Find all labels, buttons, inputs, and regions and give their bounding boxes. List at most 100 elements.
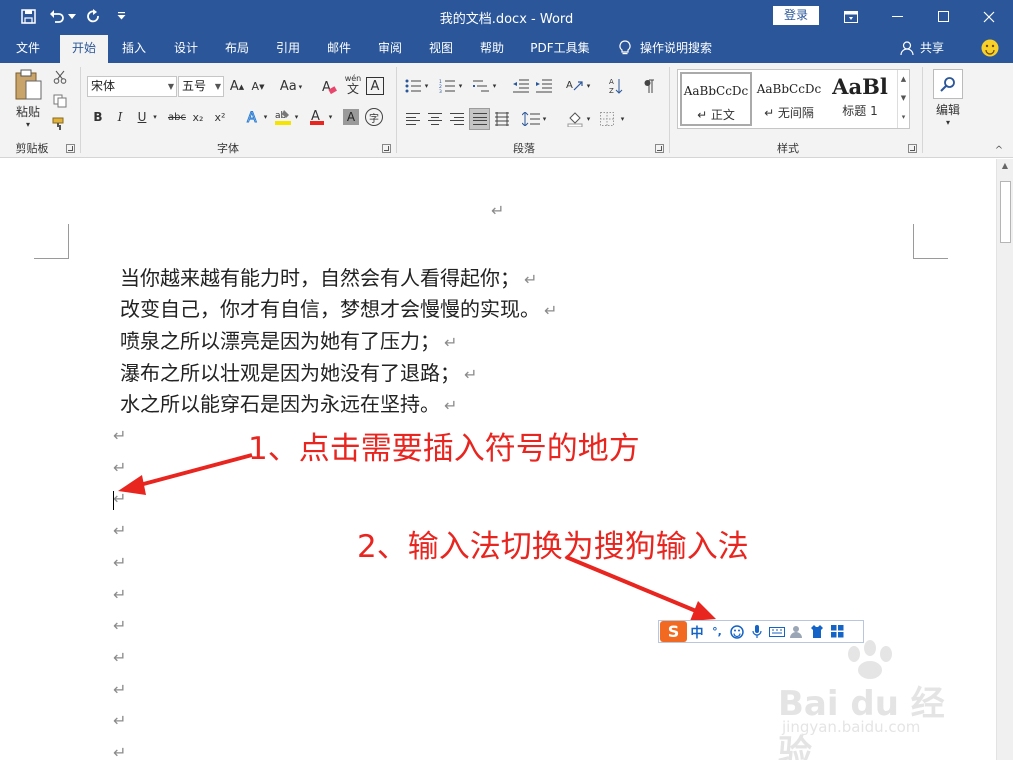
scroll-up-icon[interactable]: ▲ bbox=[997, 161, 1013, 170]
font-color-dropdown-icon[interactable]: ▾ bbox=[326, 107, 335, 127]
clipboard-launcher-icon[interactable] bbox=[66, 144, 75, 153]
justify-icon[interactable] bbox=[469, 108, 490, 130]
collapse-ribbon-icon[interactable]: ^ bbox=[992, 145, 1006, 156]
close-button[interactable] bbox=[966, 0, 1012, 33]
tab-pdf-tools[interactable]: PDF工具集 bbox=[524, 33, 596, 63]
line-spacing-icon[interactable] bbox=[522, 110, 540, 128]
paragraph-launcher-icon[interactable] bbox=[655, 144, 664, 153]
enclose-characters-icon[interactable]: 字 bbox=[365, 108, 383, 126]
style-heading-1[interactable]: AaBl 标题 1 bbox=[826, 72, 894, 126]
save-icon[interactable] bbox=[17, 6, 39, 26]
paste-icon[interactable] bbox=[10, 68, 46, 102]
paste-button[interactable]: 粘贴 bbox=[10, 103, 46, 119]
text-effects-icon[interactable]: A bbox=[244, 107, 262, 127]
styles-scroll[interactable]: ▲ ▼ ▾ bbox=[897, 70, 909, 128]
shrink-font-icon[interactable]: A ▼ bbox=[249, 76, 267, 97]
sort-icon[interactable]: AZ bbox=[607, 75, 625, 97]
redo-icon[interactable] bbox=[82, 6, 104, 26]
asian-layout-icon[interactable]: A bbox=[566, 77, 584, 95]
borders-icon[interactable] bbox=[598, 110, 616, 128]
tab-home[interactable]: 开始 bbox=[60, 35, 108, 63]
tell-me-search[interactable]: 操作说明搜索 bbox=[640, 33, 720, 63]
line-spacing-dropdown-icon[interactable]: ▾ bbox=[540, 110, 549, 128]
vertical-scrollbar[interactable]: ▲ bbox=[996, 159, 1013, 760]
grow-font-icon[interactable]: A ▲ bbox=[228, 76, 246, 97]
editing-button[interactable]: 编辑 bbox=[928, 101, 968, 117]
bold-button[interactable]: B bbox=[90, 107, 106, 127]
borders-dropdown-icon[interactable]: ▾ bbox=[618, 110, 627, 128]
tab-insert[interactable]: 插入 bbox=[112, 33, 156, 63]
lightbulb-icon[interactable] bbox=[612, 33, 638, 63]
change-case-button[interactable]: Aa ▾ bbox=[278, 76, 304, 97]
tab-design[interactable]: 设计 bbox=[164, 33, 208, 63]
underline-button[interactable]: U bbox=[134, 107, 150, 127]
align-center-icon[interactable] bbox=[426, 110, 444, 128]
shading-icon[interactable] bbox=[566, 110, 584, 128]
italic-button[interactable]: I bbox=[112, 107, 128, 127]
show-formatting-marks-icon[interactable] bbox=[640, 75, 658, 97]
customize-toolbar-icon[interactable] bbox=[110, 6, 132, 26]
sogou-ime-toolbar[interactable]: S 中 °, bbox=[658, 620, 864, 643]
emoji-icon[interactable] bbox=[727, 621, 747, 642]
font-launcher-icon[interactable] bbox=[382, 144, 391, 153]
keyboard-icon[interactable] bbox=[767, 621, 787, 642]
character-shading-icon[interactable]: A bbox=[343, 109, 359, 125]
distributed-icon[interactable] bbox=[493, 110, 511, 128]
multilevel-list-icon[interactable] bbox=[472, 77, 490, 95]
smiley-feedback-icon[interactable] bbox=[980, 33, 1000, 63]
highlight-color-icon[interactable]: ab bbox=[274, 107, 292, 127]
tab-references[interactable]: 引用 bbox=[266, 33, 310, 63]
tab-review[interactable]: 审阅 bbox=[368, 33, 412, 63]
scroll-thumb[interactable] bbox=[1000, 181, 1011, 243]
clear-formatting-icon[interactable]: A bbox=[320, 76, 338, 97]
minimize-button[interactable] bbox=[874, 0, 920, 33]
character-border-icon[interactable]: A bbox=[366, 77, 384, 95]
tab-mailings[interactable]: 邮件 bbox=[317, 33, 361, 63]
undo-dropdown-icon[interactable] bbox=[66, 6, 78, 26]
asian-layout-dropdown-icon[interactable]: ▾ bbox=[584, 77, 593, 95]
align-right-icon[interactable] bbox=[448, 110, 466, 128]
numbering-dropdown-icon[interactable]: ▾ bbox=[456, 77, 465, 95]
font-size-select[interactable]: 五号 ▼ bbox=[178, 76, 224, 97]
underline-dropdown-icon[interactable]: ▾ bbox=[150, 107, 160, 127]
tab-view[interactable]: 视图 bbox=[419, 33, 463, 63]
search-icon[interactable] bbox=[933, 69, 963, 99]
shading-dropdown-icon[interactable]: ▾ bbox=[584, 110, 593, 128]
style-normal[interactable]: AaBbCcDc ↵ 正文 bbox=[680, 72, 752, 126]
ime-mode-toggle[interactable]: 中 bbox=[687, 621, 707, 642]
user-icon[interactable] bbox=[898, 33, 916, 63]
toolbox-grid-icon[interactable] bbox=[827, 621, 847, 642]
superscript-button[interactable]: x² bbox=[212, 107, 228, 127]
user-account-icon[interactable] bbox=[787, 621, 807, 642]
tab-help[interactable]: 帮助 bbox=[470, 33, 514, 63]
tab-file[interactable]: 文件 bbox=[6, 33, 50, 63]
decrease-indent-icon[interactable] bbox=[512, 77, 530, 95]
subscript-button[interactable]: x₂ bbox=[190, 107, 206, 127]
skin-shirt-icon[interactable] bbox=[807, 621, 827, 642]
font-name-select[interactable]: 宋体 ▼ bbox=[87, 76, 177, 97]
text-effects-dropdown-icon[interactable]: ▾ bbox=[261, 107, 270, 127]
cut-icon[interactable] bbox=[51, 68, 69, 86]
align-left-icon[interactable] bbox=[404, 110, 422, 128]
ribbon-display-options-icon[interactable] bbox=[828, 0, 874, 33]
bullets-icon[interactable] bbox=[404, 77, 422, 95]
increase-indent-icon[interactable] bbox=[535, 77, 553, 95]
multilevel-dropdown-icon[interactable]: ▾ bbox=[490, 77, 499, 95]
undo-icon[interactable] bbox=[46, 6, 68, 26]
paste-dropdown-icon[interactable]: ▾ bbox=[22, 119, 34, 129]
maximize-button[interactable] bbox=[920, 0, 966, 33]
microphone-icon[interactable] bbox=[747, 621, 767, 642]
highlight-dropdown-icon[interactable]: ▾ bbox=[292, 107, 301, 127]
tab-layout[interactable]: 布局 bbox=[215, 33, 259, 63]
login-button[interactable]: 登录 bbox=[773, 6, 819, 25]
sogou-logo-icon[interactable]: S bbox=[660, 621, 687, 642]
bullets-dropdown-icon[interactable]: ▾ bbox=[422, 77, 431, 95]
format-painter-icon[interactable] bbox=[51, 115, 69, 133]
ime-punctuation-toggle[interactable]: °, bbox=[707, 621, 727, 642]
document-canvas[interactable]: ↵ 当你越来越有能力时，自然会有人看得起你； ↵ 改变自己，你才有自信，梦想才会慢… bbox=[0, 159, 996, 760]
styles-launcher-icon[interactable] bbox=[908, 144, 917, 153]
numbering-icon[interactable]: 123 bbox=[438, 77, 456, 95]
share-button[interactable]: 共享 bbox=[917, 33, 947, 63]
copy-icon[interactable] bbox=[51, 92, 69, 110]
font-color-icon[interactable]: A bbox=[308, 107, 326, 127]
